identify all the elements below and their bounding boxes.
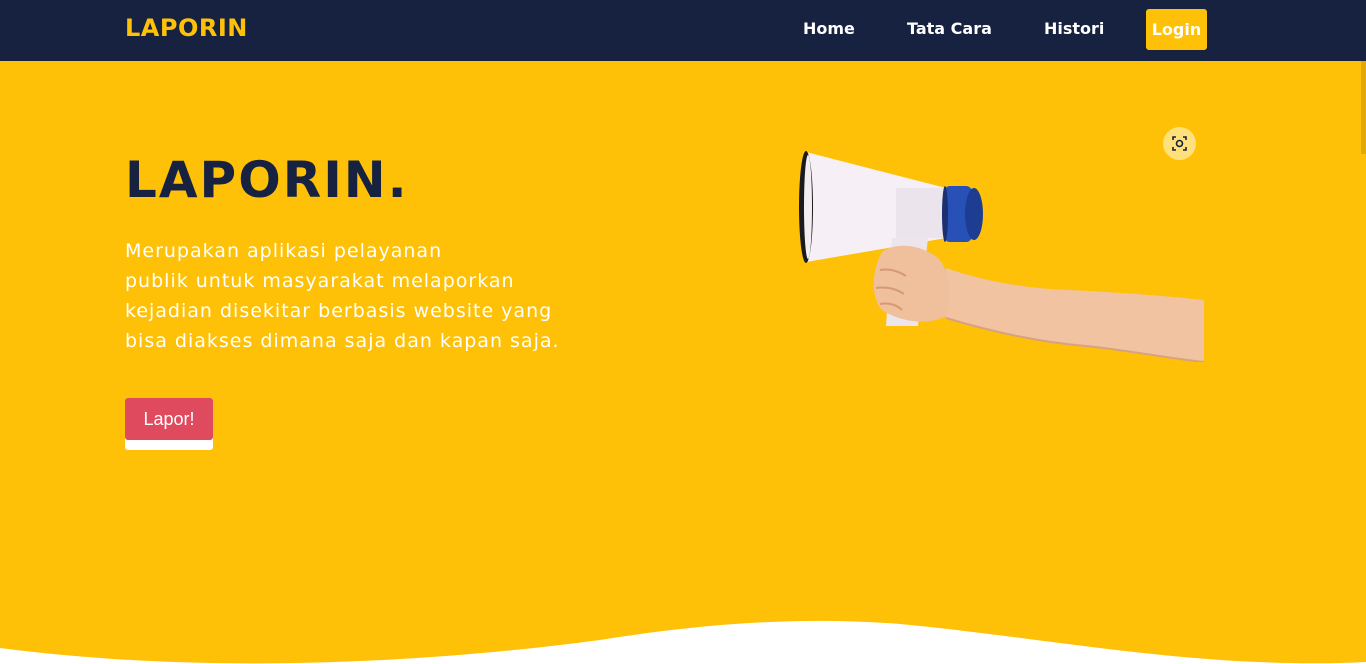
navbar: LAPORIN Home Tata Cara Histori Login <box>0 0 1366 61</box>
login-button[interactable]: Login <box>1146 9 1207 50</box>
hero-wave-divider <box>0 620 1366 664</box>
megaphone-hand-image <box>799 151 1204 362</box>
nav-link-tata-cara[interactable]: Tata Cara <box>907 19 992 38</box>
hero-description-line: Merupakan aplikasi pelayanan <box>125 240 443 262</box>
visual-search-icon <box>1172 136 1187 151</box>
scrollbar-thumb[interactable] <box>1361 61 1366 154</box>
visual-search-button[interactable] <box>1163 127 1196 160</box>
hero-title: LAPORIN. <box>125 151 409 209</box>
nav-link-home[interactable]: Home <box>803 19 855 38</box>
hero-description-line: publik untuk masyarakat melaporkan <box>125 270 515 292</box>
nav-link-histori[interactable]: Histori <box>1044 19 1104 38</box>
lapor-button-shadow: Lapor! <box>125 398 213 450</box>
brand-logo[interactable]: LAPORIN <box>125 14 248 42</box>
lapor-button[interactable]: Lapor! <box>125 398 213 440</box>
hero-description: Merupakan aplikasi pelayanan publik untu… <box>125 236 625 356</box>
hero-description-line: kejadian disekitar berbasis website yang <box>125 300 553 322</box>
hero-description-line: bisa diakses dimana saja dan kapan saja. <box>125 330 560 352</box>
